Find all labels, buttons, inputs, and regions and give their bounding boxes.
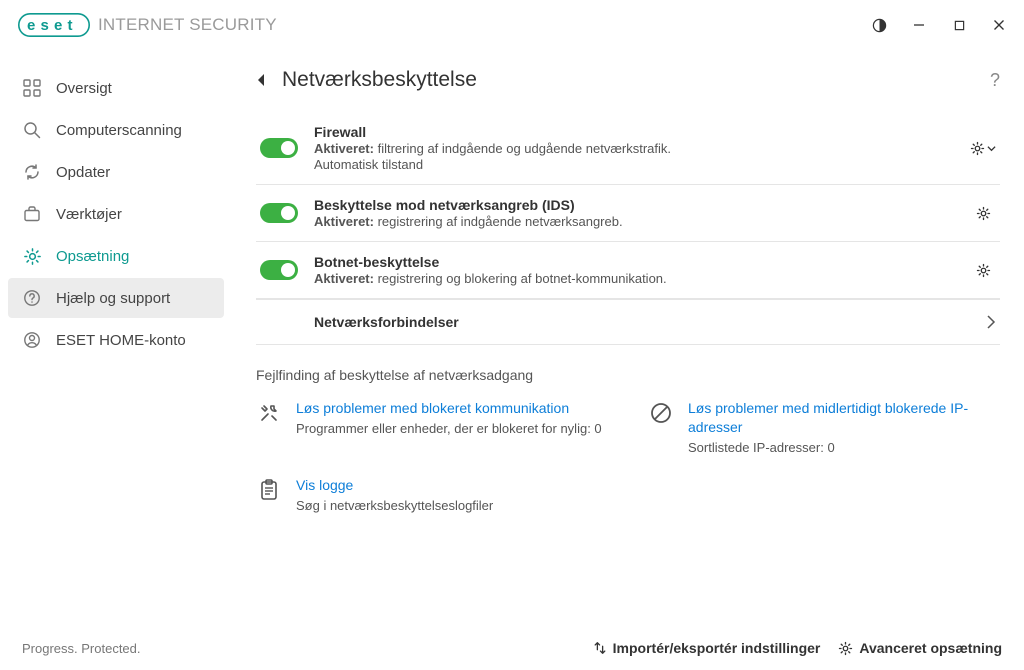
protection-desc: Aktiveret: registrering af indgående net… — [314, 214, 970, 229]
contrast-icon[interactable] — [870, 16, 888, 34]
blocked-icon — [648, 399, 674, 425]
search-icon — [22, 120, 42, 140]
sidebar-item-scan[interactable]: Computerscanning — [8, 110, 224, 150]
chevron-right-icon — [986, 314, 996, 330]
sidebar: Oversigt Computerscanning Opdater Værktø… — [0, 48, 232, 626]
svg-text:e s e t: e s e t — [27, 17, 73, 34]
sidebar-item-label: Værktøjer — [56, 206, 122, 223]
toggle-ids[interactable] — [260, 203, 298, 223]
protection-list: Firewall Aktiveret: filtrering af indgåe… — [256, 112, 1000, 299]
sidebar-item-help[interactable]: Hjælp og support — [8, 278, 224, 318]
protection-title: Beskyttelse mod netværksangreb (IDS) — [314, 197, 970, 213]
page-title: Netværksbeskyttelse — [282, 68, 477, 92]
titlebar: e s e t INTERNET SECURITY — [0, 0, 1024, 48]
protection-text: Botnet-beskyttelse Aktiveret: registreri… — [314, 254, 970, 286]
sidebar-item-label: ESET HOME-konto — [56, 332, 186, 349]
protection-title: Botnet-beskyttelse — [314, 254, 970, 270]
maximize-icon[interactable] — [950, 16, 968, 34]
sidebar-item-overview[interactable]: Oversigt — [8, 68, 224, 108]
protection-row-ids: Beskyttelse mod netværksangreb (IDS) Akt… — [256, 184, 1000, 241]
brand: e s e t INTERNET SECURITY — [18, 13, 277, 37]
clipboard-icon — [256, 476, 282, 502]
sidebar-item-account[interactable]: ESET HOME-konto — [8, 320, 224, 360]
protection-title: Firewall — [314, 124, 970, 140]
brand-logo: e s e t — [18, 13, 90, 37]
protection-desc: Aktiveret: registrering og blokering af … — [314, 271, 970, 286]
sidebar-item-label: Hjælp og support — [56, 290, 170, 307]
protection-row-botnet: Botnet-beskyttelse Aktiveret: registreri… — [256, 241, 1000, 298]
import-export-button[interactable]: Importér/eksportér indstillinger — [593, 640, 821, 656]
troubleshoot-link[interactable]: Vis logge — [296, 476, 608, 495]
sidebar-item-label: Opdater — [56, 164, 110, 181]
troubleshoot-link[interactable]: Løs problemer med midlertidigt blokerede… — [688, 399, 1000, 437]
import-export-icon — [593, 641, 607, 655]
protection-text: Firewall Aktiveret: filtrering af indgåe… — [314, 124, 970, 172]
troubleshoot-heading: Fejlfinding af beskyttelse af netværksad… — [256, 367, 1000, 383]
tools-icon — [256, 399, 282, 425]
toggle-firewall[interactable] — [260, 138, 298, 158]
page-help-icon[interactable]: ? — [990, 70, 1000, 91]
settings-dropdown-firewall[interactable] — [970, 141, 996, 156]
help-icon — [22, 288, 42, 308]
user-icon — [22, 330, 42, 350]
advanced-setup-button[interactable]: Avanceret opsætning — [838, 640, 1002, 656]
chevron-down-icon — [987, 144, 996, 153]
refresh-icon — [22, 162, 42, 182]
sidebar-item-label: Opsætning — [56, 248, 129, 265]
minimize-icon[interactable] — [910, 16, 928, 34]
gear-icon — [22, 246, 42, 266]
briefcase-icon — [22, 204, 42, 224]
troubleshoot-item-logs: Vis logge Søg i netværksbeskyttelseslogf… — [256, 476, 608, 514]
troubleshoot-desc: Sortlistede IP-adresser: 0 — [688, 439, 1000, 457]
main-header: Netværksbeskyttelse — [256, 68, 1000, 92]
sidebar-item-label: Computerscanning — [56, 122, 182, 139]
network-connections-row[interactable]: Netværksforbindelser — [256, 299, 1000, 345]
window-controls — [870, 16, 1008, 34]
sidebar-item-tools[interactable]: Værktøjer — [8, 194, 224, 234]
troubleshoot-desc: Programmer eller enheder, der er blokere… — [296, 420, 608, 438]
dashboard-icon — [22, 78, 42, 98]
sidebar-item-setup[interactable]: Opsætning — [8, 236, 224, 276]
troubleshoot-item-blocked-ip: Løs problemer med midlertidigt blokerede… — [648, 399, 1000, 456]
troubleshoot-link[interactable]: Løs problemer med blokeret kommunikation — [296, 399, 608, 418]
troubleshoot-grid: Løs problemer med blokeret kommunikation… — [256, 399, 1000, 515]
footer-tagline: Progress. Protected. — [22, 641, 141, 656]
main-pane: ? Netværksbeskyttelse Firewall Aktiveret… — [232, 48, 1024, 626]
gear-icon — [838, 641, 853, 656]
back-button[interactable] — [256, 73, 266, 87]
network-connections-title: Netværksforbindelser — [314, 314, 986, 330]
troubleshoot-item-blocked-comm: Løs problemer med blokeret kommunikation… — [256, 399, 608, 456]
sidebar-item-label: Oversigt — [56, 80, 112, 97]
settings-button-botnet[interactable] — [970, 263, 996, 278]
protection-text: Beskyttelse mod netværksangreb (IDS) Akt… — [314, 197, 970, 229]
troubleshoot-desc: Søg i netværksbeskyttelseslogfiler — [296, 497, 608, 515]
sidebar-item-update[interactable]: Opdater — [8, 152, 224, 192]
brand-product: INTERNET SECURITY — [98, 15, 277, 35]
toggle-botnet[interactable] — [260, 260, 298, 280]
footer: Progress. Protected. Importér/eksportér … — [0, 626, 1024, 670]
protection-row-firewall: Firewall Aktiveret: filtrering af indgåe… — [256, 112, 1000, 184]
protection-desc: Aktiveret: filtrering af indgående og ud… — [314, 141, 970, 156]
settings-button-ids[interactable] — [970, 206, 996, 221]
close-icon[interactable] — [990, 16, 1008, 34]
protection-sub: Automatisk tilstand — [314, 157, 970, 172]
